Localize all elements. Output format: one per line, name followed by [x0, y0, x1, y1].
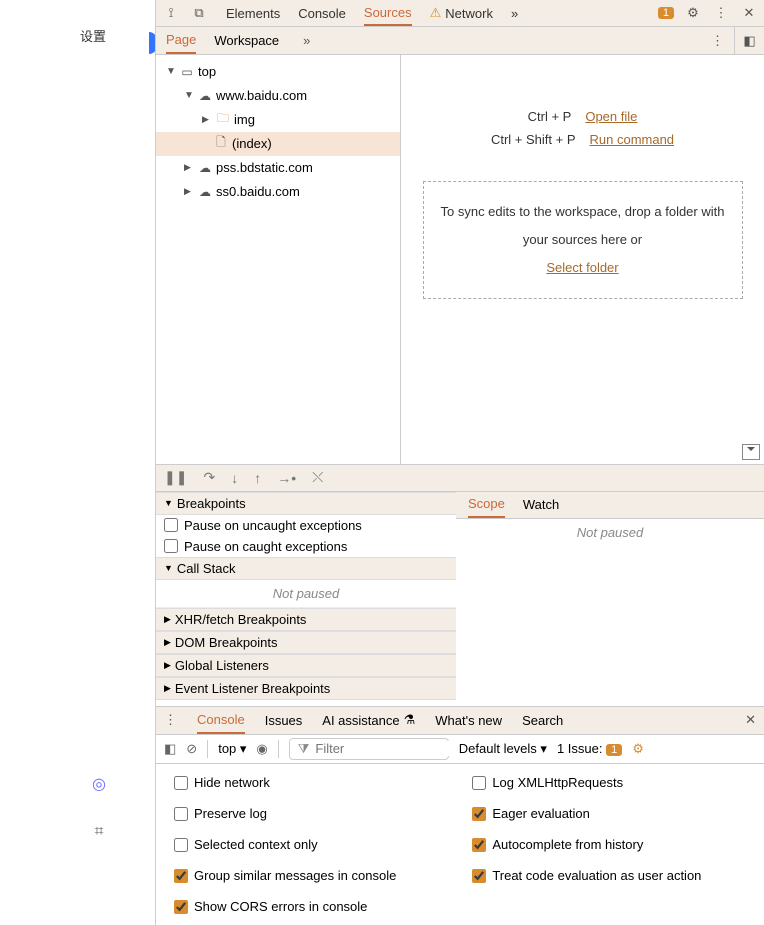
- page-settings-label: 设置: [80, 26, 106, 45]
- device-icon[interactable]: ⧉: [190, 5, 208, 21]
- levels-select[interactable]: Default levels ▾: [459, 741, 547, 757]
- tab-network[interactable]: Network: [430, 0, 493, 26]
- tree-index-file[interactable]: 🗋(index): [156, 132, 400, 156]
- window-icon: ▭: [180, 65, 194, 79]
- tab-page[interactable]: Page: [166, 27, 196, 53]
- cloud-icon: ☁: [198, 161, 212, 175]
- workspace-drop-zone[interactable]: To sync edits to the workspace, drop a f…: [423, 181, 743, 299]
- chk-selected-context[interactable]: [174, 838, 188, 852]
- open-file-link[interactable]: Open file: [585, 109, 637, 124]
- section-xhr-bp[interactable]: ▶XHR/fetch Breakpoints: [156, 608, 456, 631]
- issue-badge[interactable]: 1: [658, 7, 674, 19]
- tree-top[interactable]: ▭top: [156, 60, 400, 84]
- deactivate-bp-icon[interactable]: ⤬: [312, 469, 323, 486]
- sources-kebab-icon[interactable]: ⋮: [701, 33, 734, 49]
- console-settings-panel: Hide network Preserve log Selected conte…: [156, 764, 764, 925]
- console-sidebar-icon[interactable]: ◧: [164, 741, 176, 757]
- file-icon: 🗋: [214, 133, 228, 154]
- funnel-icon: ⧩: [298, 741, 310, 757]
- callstack-not-paused: Not paused: [156, 580, 456, 608]
- drawer-kebab-icon[interactable]: ⋮: [164, 712, 177, 728]
- tab-elements[interactable]: Elements: [226, 0, 280, 26]
- issue-count-label[interactable]: 1 Issue: 1: [557, 741, 622, 756]
- chk-treat-eval[interactable]: [472, 869, 486, 883]
- debugger-toolbar: ❚❚ ↷ ↓ ↑ →• ⤬: [156, 464, 764, 491]
- drawer-tab-search[interactable]: Search: [522, 707, 563, 733]
- chk-pause-caught[interactable]: [164, 539, 178, 553]
- cloud-icon: ☁: [198, 89, 212, 103]
- section-dom-bp[interactable]: ▶DOM Breakpoints: [156, 631, 456, 654]
- pause-icon[interactable]: ❚❚: [164, 469, 187, 486]
- flask-icon: ⚗: [404, 712, 416, 728]
- tree-ss0[interactable]: ☁ss0.baidu.com: [156, 180, 400, 204]
- file-tree: ▭top ☁www.baidu.com 🗀img 🗋(index) ☁pss.b…: [156, 55, 401, 464]
- tree-baidu[interactable]: ☁www.baidu.com: [156, 84, 400, 108]
- chk-log-xhr[interactable]: [472, 776, 486, 790]
- context-select[interactable]: top ▾: [218, 741, 246, 757]
- inspect-icon[interactable]: ⟟: [162, 5, 180, 21]
- chk-group-similar[interactable]: [174, 869, 188, 883]
- drawer-tab-ai[interactable]: AI assistance⚗: [322, 707, 415, 733]
- step-icon[interactable]: →•: [277, 470, 296, 486]
- step-into-icon[interactable]: ↓: [231, 470, 238, 486]
- chk-eager-eval[interactable]: [472, 807, 486, 821]
- target-icon[interactable]: ◎: [85, 770, 113, 798]
- tab-scope[interactable]: Scope: [468, 492, 505, 518]
- run-cmd-keys: Ctrl + Shift + P: [491, 132, 576, 147]
- drawer-tabbar: ⋮ Console Issues AI assistance⚗ What's n…: [156, 707, 764, 734]
- source-editor-placeholder: Ctrl + P Open file Ctrl + Shift + P Run co…: [401, 55, 764, 464]
- drawer-close-icon[interactable]: ✕: [745, 712, 756, 728]
- drawer-tab-issues[interactable]: Issues: [265, 707, 303, 733]
- scope-not-paused: Not paused: [456, 519, 764, 546]
- live-expr-icon[interactable]: ◉: [256, 741, 267, 757]
- section-callstack[interactable]: ▼Call Stack: [156, 557, 456, 580]
- tree-img-folder[interactable]: 🗀img: [156, 108, 400, 132]
- chk-autocomplete[interactable]: [472, 838, 486, 852]
- console-toolbar: ◧ ⊘ top ▾ ◉ ⧩ Default levels ▾ 1 Issue: …: [156, 735, 764, 764]
- cloud-icon: ☁: [198, 185, 212, 199]
- chk-show-cors[interactable]: [174, 900, 188, 914]
- qr-icon[interactable]: ⌗: [85, 818, 113, 846]
- drawer-tab-whatsnew[interactable]: What's new: [435, 707, 502, 733]
- run-command-link[interactable]: Run command: [590, 132, 675, 147]
- clear-console-icon[interactable]: ⊘: [186, 741, 197, 757]
- console-settings-gear-icon[interactable]: ⚙: [632, 741, 644, 757]
- section-breakpoints[interactable]: ▼Breakpoints: [156, 492, 456, 515]
- kebab-icon[interactable]: ⋮: [712, 5, 730, 21]
- gear-icon[interactable]: ⚙: [684, 5, 702, 21]
- section-event-bp[interactable]: ▶Event Listener Breakpoints: [156, 677, 456, 700]
- more-sources-tabs-icon[interactable]: »: [303, 33, 310, 48]
- step-over-icon[interactable]: ↷: [203, 469, 215, 486]
- section-global-listeners[interactable]: ▶Global Listeners: [156, 654, 456, 677]
- drawer-tab-console[interactable]: Console: [197, 707, 245, 733]
- chk-pause-uncaught[interactable]: [164, 518, 178, 532]
- step-out-icon[interactable]: ↑: [254, 470, 261, 486]
- open-file-keys: Ctrl + P: [528, 109, 572, 124]
- chk-preserve-log[interactable]: [174, 807, 188, 821]
- devtools-main-toolbar: ⟟ ⧉ Elements Console Sources Network » 1…: [156, 0, 764, 27]
- tab-watch[interactable]: Watch: [523, 492, 559, 518]
- more-tabs-icon[interactable]: »: [511, 0, 518, 26]
- close-icon[interactable]: ✕: [740, 5, 758, 21]
- collapse-editor-icon[interactable]: [742, 444, 760, 460]
- tree-pss[interactable]: ☁pss.bdstatic.com: [156, 156, 400, 180]
- tab-sources[interactable]: Sources: [364, 0, 412, 26]
- chk-hide-network[interactable]: [174, 776, 188, 790]
- toggle-navigator-icon[interactable]: ◧: [734, 27, 764, 53]
- select-folder-link[interactable]: Select folder: [546, 260, 618, 275]
- tab-workspace[interactable]: Workspace: [214, 27, 279, 53]
- tab-console[interactable]: Console: [298, 0, 346, 26]
- folder-icon: 🗀: [216, 109, 230, 130]
